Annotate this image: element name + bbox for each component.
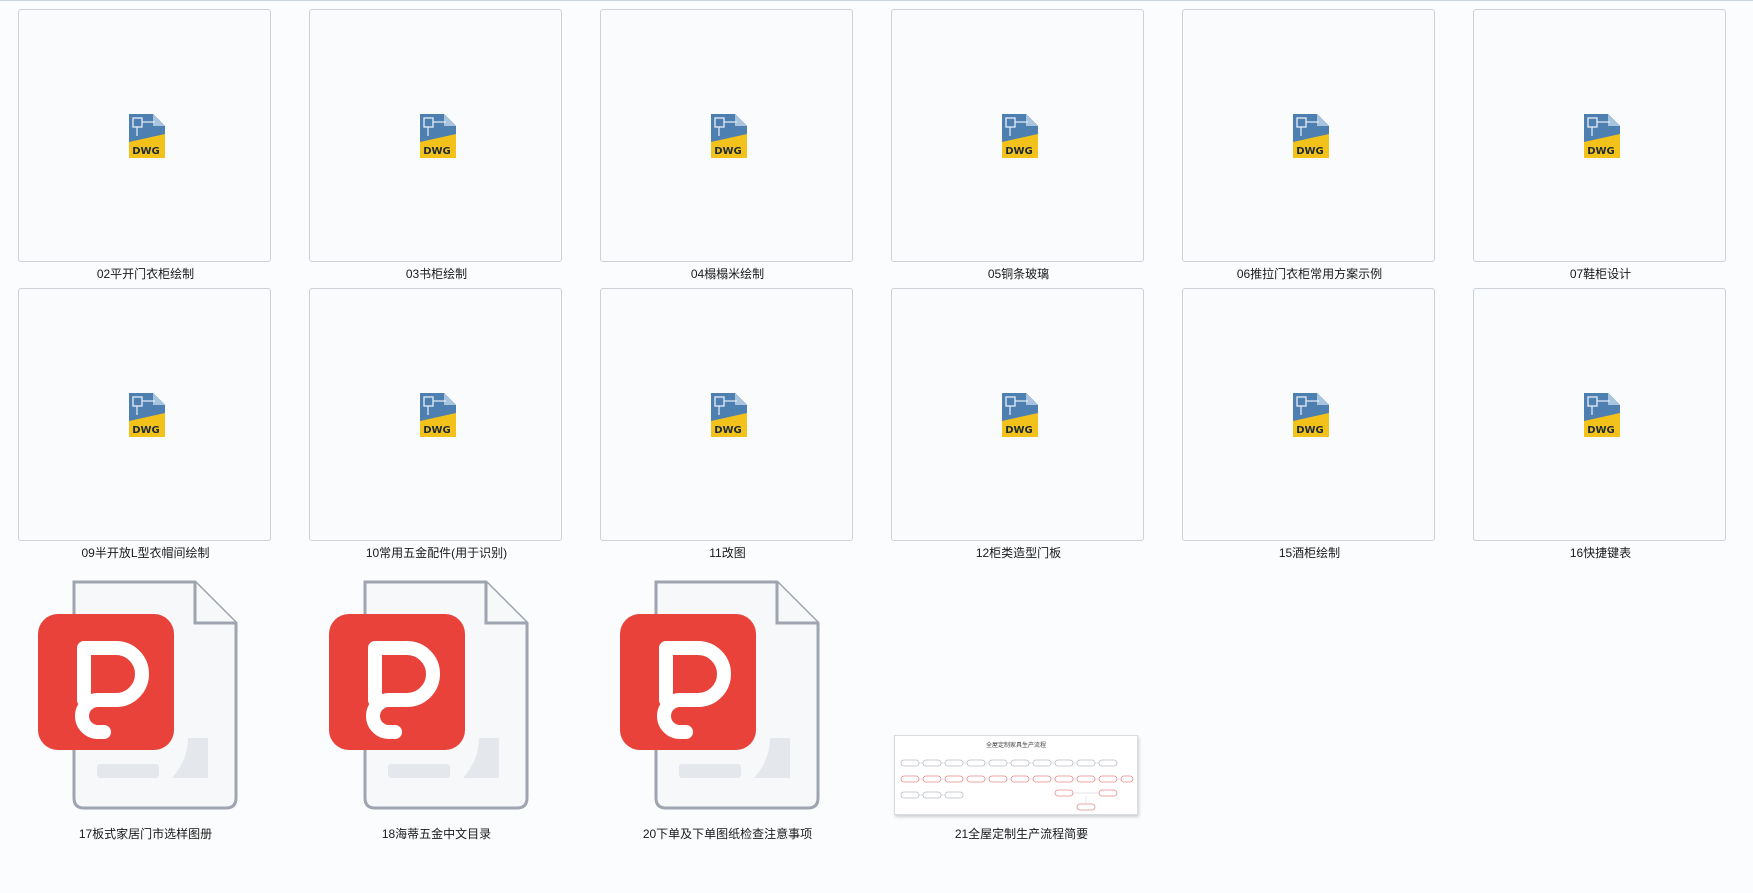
file-item[interactable]: DWG 06推拉门衣柜常用方案示例	[1182, 9, 1442, 289]
svg-text:DWG: DWG	[132, 425, 160, 436]
file-name[interactable]: 18海蒂五金中文目录	[289, 825, 584, 842]
file-item[interactable]: DWG 16快捷键表	[1473, 288, 1733, 568]
file-thumbnail[interactable]: DWG	[309, 288, 562, 541]
file-thumbnail[interactable]: DWG	[891, 9, 1144, 262]
dwg-file-icon: DWG	[711, 114, 747, 158]
svg-text:DWG: DWG	[1005, 425, 1033, 436]
svg-text:DWG: DWG	[1005, 146, 1033, 157]
file-item[interactable]: DWG 10常用五金配件(用于识别)	[309, 288, 569, 568]
wps-pdf-file-icon[interactable]	[18, 568, 272, 822]
file-thumbnail[interactable]: DWG	[891, 288, 1144, 541]
file-name[interactable]: 02平开门衣柜绘制	[0, 265, 293, 282]
file-item[interactable]: 20下单及下单图纸检查注意事项	[600, 568, 860, 848]
file-name[interactable]: 03书柜绘制	[289, 265, 584, 282]
file-item[interactable]: DWG 05铜条玻璃	[891, 9, 1151, 289]
file-item[interactable]: DWG 04榻榻米绘制	[600, 9, 860, 289]
file-item[interactable]: 17板式家居门市选样图册	[18, 568, 278, 848]
file-item[interactable]: DWG 12柜类造型门板	[891, 288, 1151, 568]
svg-text:DWG: DWG	[1587, 425, 1615, 436]
dwg-file-icon: DWG	[1002, 393, 1038, 437]
file-thumbnail[interactable]: DWG	[600, 288, 853, 541]
svg-text:DWG: DWG	[1296, 425, 1324, 436]
file-item[interactable]: DWG 15酒柜绘制	[1182, 288, 1442, 568]
svg-text:DWG: DWG	[714, 146, 742, 157]
file-name[interactable]: 15酒柜绘制	[1162, 544, 1457, 561]
file-item[interactable]: DWG 02平开门衣柜绘制	[18, 9, 278, 289]
dwg-file-icon: DWG	[129, 114, 165, 158]
file-thumbnail[interactable]: DWG	[1182, 288, 1435, 541]
file-name[interactable]: 12柜类造型门板	[871, 544, 1166, 561]
file-name[interactable]: 16快捷键表	[1453, 544, 1748, 561]
file-name[interactable]: 17板式家居门市选样图册	[0, 825, 293, 842]
flowchart-thumbnail[interactable]: 全屋定制家具生产流程	[894, 735, 1138, 815]
file-name[interactable]: 09半开放L型衣帽间绘制	[0, 544, 293, 561]
file-name[interactable]: 21全屋定制生产流程简要	[874, 825, 1169, 842]
file-item[interactable]: DWG 09半开放L型衣帽间绘制	[18, 288, 278, 568]
flowchart-diagram	[900, 759, 1134, 811]
file-thumbnail[interactable]: DWG	[1473, 288, 1726, 541]
wps-pdf-file-icon[interactable]	[309, 568, 563, 822]
file-item[interactable]: DWG 07鞋柜设计	[1473, 9, 1733, 289]
file-thumbnail[interactable]: DWG	[1182, 9, 1435, 262]
file-grid: DWG 02平开门衣柜绘制 DWG 03书柜绘制 DWG 04榻榻米绘制 DWG…	[0, 0, 1753, 893]
file-item[interactable]: DWG 11改图	[600, 288, 860, 568]
file-name[interactable]: 07鞋柜设计	[1453, 265, 1748, 282]
file-thumbnail[interactable]: DWG	[600, 9, 853, 262]
svg-text:DWG: DWG	[1296, 146, 1324, 157]
file-item[interactable]: 全屋定制家具生产流程 21全屋定制生产流程简要	[894, 568, 1154, 848]
svg-text:DWG: DWG	[423, 146, 451, 157]
dwg-file-icon: DWG	[420, 114, 456, 158]
dwg-file-icon: DWG	[1293, 114, 1329, 158]
dwg-file-icon: DWG	[1584, 114, 1620, 158]
dwg-file-icon: DWG	[1002, 114, 1038, 158]
dwg-file-icon: DWG	[1293, 393, 1329, 437]
svg-text:DWG: DWG	[714, 425, 742, 436]
svg-text:DWG: DWG	[1587, 146, 1615, 157]
file-name[interactable]: 10常用五金配件(用于识别)	[289, 544, 584, 561]
file-thumbnail[interactable]: DWG	[18, 9, 271, 262]
file-thumbnail[interactable]: DWG	[1473, 9, 1726, 262]
dwg-file-icon: DWG	[420, 393, 456, 437]
file-name[interactable]: 06推拉门衣柜常用方案示例	[1162, 265, 1457, 282]
svg-text:DWG: DWG	[132, 146, 160, 157]
file-item[interactable]: 18海蒂五金中文目录	[309, 568, 569, 848]
file-thumbnail[interactable]: DWG	[18, 288, 271, 541]
file-name[interactable]: 04榻榻米绘制	[580, 265, 875, 282]
file-name[interactable]: 05铜条玻璃	[871, 265, 1166, 282]
dwg-file-icon: DWG	[711, 393, 747, 437]
file-item[interactable]: DWG 03书柜绘制	[309, 9, 569, 289]
svg-text:DWG: DWG	[423, 425, 451, 436]
wps-pdf-file-icon[interactable]	[600, 568, 854, 822]
file-name[interactable]: 11改图	[580, 544, 875, 561]
file-thumbnail[interactable]: DWG	[309, 9, 562, 262]
dwg-file-icon: DWG	[1584, 393, 1620, 437]
dwg-file-icon: DWG	[129, 393, 165, 437]
file-name[interactable]: 20下单及下单图纸检查注意事项	[580, 825, 875, 842]
